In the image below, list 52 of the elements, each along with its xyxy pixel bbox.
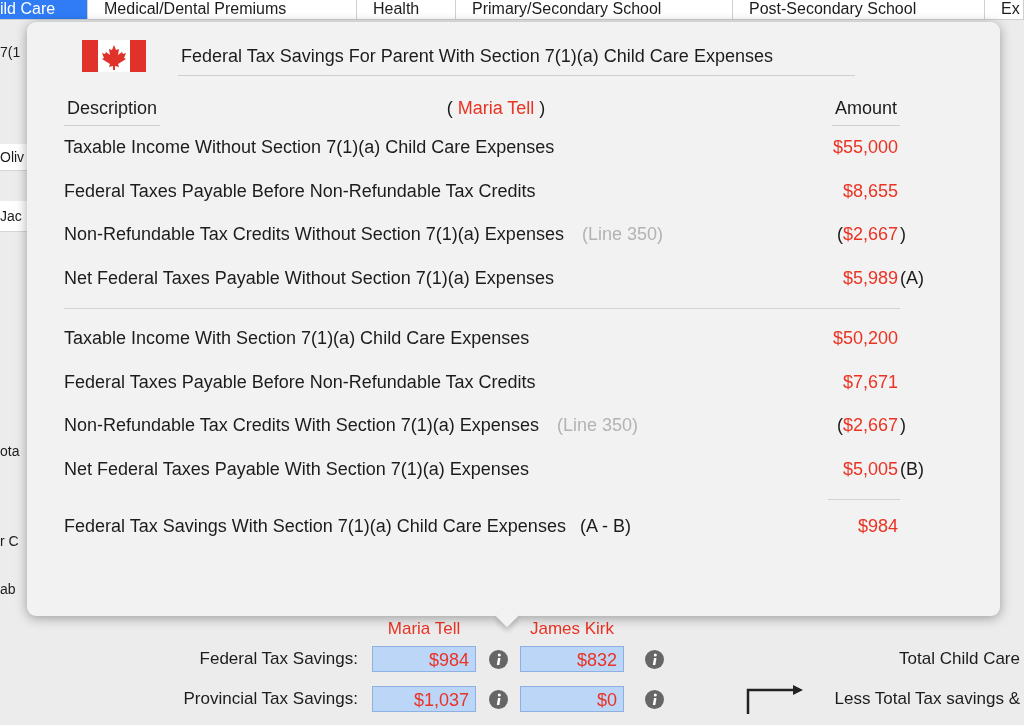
close-paren: ) [900,224,906,245]
canada-flag-icon [82,40,146,72]
column-header: Description [64,98,161,126]
amount-value: $7,671 [842,371,898,393]
open-paren: ( [836,224,843,246]
cut-text: r C [0,532,20,551]
cut-text: ab [0,580,17,599]
row-marker: (A) [900,267,924,288]
amount-value: $50,200 [832,328,898,350]
row-label: Taxable Income With Section 7(1)(a) Child Care Expenses [64,328,530,350]
info-icon[interactable] [644,689,664,709]
cut-text: Jac [0,201,27,232]
info-icon[interactable] [488,649,508,669]
cut-text: Oliv [0,144,27,171]
row-label: Federal Taxes Payable Before Non-Refundable Tax Credits [64,371,536,393]
info-icon[interactable] [644,649,664,669]
amount-value: $5,989 [842,267,898,289]
close-paren: ) [539,98,546,118]
open-paren: ( [446,98,453,118]
column-header: Amount [831,98,900,126]
summary-label: Less Total Tax savings & [834,689,1020,709]
cut-text: 7(1 [0,43,22,62]
close-paren: ) [900,415,906,436]
row-marker: (B) [900,458,924,479]
row-label: Taxable Income Without Section 7(1)(a) Child Care Expenses [64,137,555,159]
amount-value: $8,655 [842,180,898,202]
amount-value: $2,667 [842,415,898,437]
line-note: (Line 350) [581,224,663,246]
row-label: Net Federal Taxes Payable With Section 7(1)(a) Expenses [64,458,529,480]
row-label: Non-Refundable Tax Credits With Section 7(1)(a) Expenses [64,415,539,437]
row-label: Federal Taxes Payable Before Non-Refundable Tax Credits [64,180,536,202]
amount-value: $984 [857,515,898,537]
info-icon[interactable] [488,689,508,709]
amount-value: $55,000 [832,137,898,159]
row-label: Non-Refundable Tax Credits Without Section 7(1)(a) Expenses [64,224,564,246]
cut-text: ota [0,442,21,461]
row-label: Federal Tax Savings With Section 7(1)(a) Child Care Expenses [64,515,566,537]
field-label: Federal Tax Savings: [198,648,359,670]
tab[interactable]: ild Care [0,0,88,19]
arrow-drawing [746,684,805,714]
row-label: Net Federal Taxes Payable Without Section 7(1)(a) Expenses [64,267,554,289]
summary-label: Total Child Care [899,649,1020,669]
field-label: Provincial Tax Savings: [182,688,359,710]
person-name: James Kirk [528,619,616,639]
line-note: (Line 350) [556,415,638,437]
popover-title: Federal Tax Savings For Parent With Section 7(1)(a) Child Care Expenses [178,46,855,76]
amount-value: $5,005 [842,458,898,480]
formula-text: (A - B) [579,515,631,537]
person-name: Maria Tell [386,619,462,639]
amount-value: $2,667 [842,224,898,246]
open-paren: ( [836,415,843,437]
person-name: Maria Tell [457,98,535,118]
